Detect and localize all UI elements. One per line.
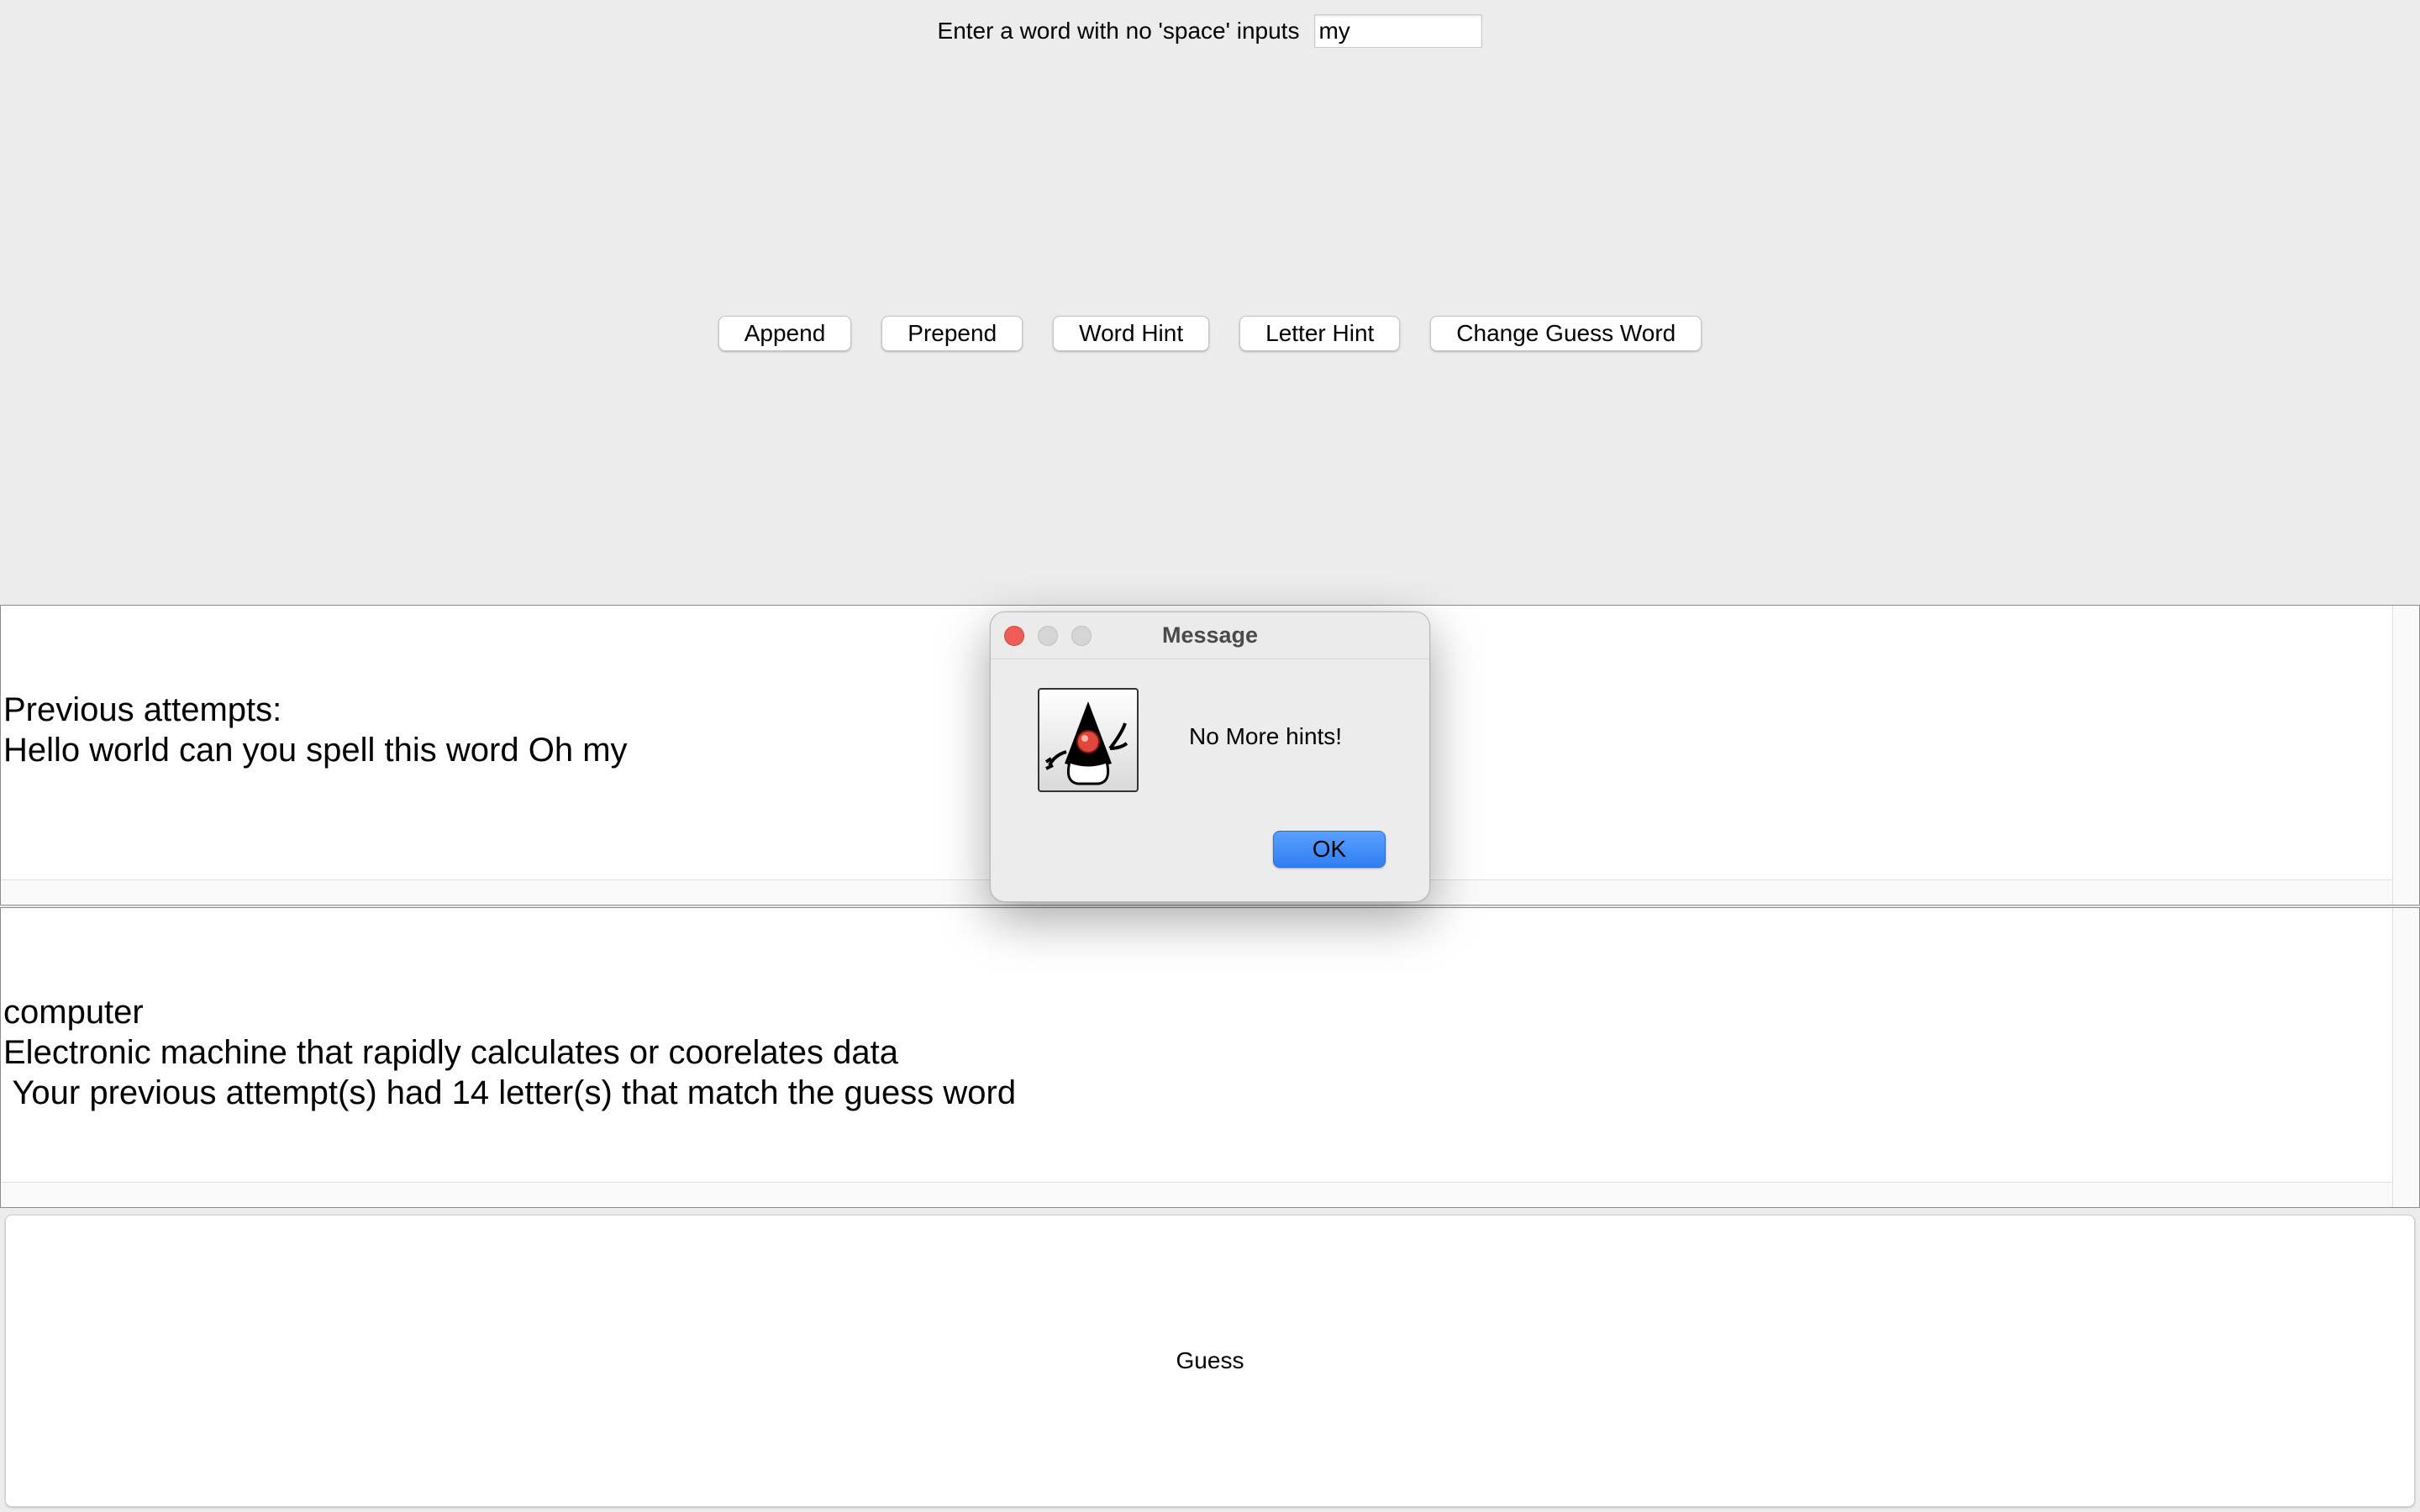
word-entry-row: Enter a word with no 'space' inputs bbox=[0, 13, 2420, 49]
word-entry-label: Enter a word with no 'space' inputs bbox=[937, 18, 1300, 44]
prepend-button[interactable]: Prepend bbox=[881, 316, 1023, 351]
word-input[interactable] bbox=[1314, 14, 1483, 48]
append-button[interactable]: Append bbox=[718, 316, 852, 351]
dialog-title: Message bbox=[1161, 622, 1259, 648]
guess-button[interactable]: Guess bbox=[5, 1215, 2415, 1507]
app-window: Enter a word with no 'space' inputs Appe… bbox=[0, 0, 2420, 1512]
ok-button[interactable]: OK bbox=[1273, 831, 1386, 868]
letter-hint-button[interactable]: Letter Hint bbox=[1239, 316, 1401, 351]
vertical-scrollbar[interactable] bbox=[2392, 606, 2419, 905]
word-hint-button[interactable]: Word Hint bbox=[1053, 316, 1210, 351]
dialog-titlebar[interactable]: Message bbox=[991, 612, 1429, 659]
dialog-message: No More hints! bbox=[1189, 723, 1343, 749]
hint-panel[interactable]: computer Electronic machine that rapidly… bbox=[0, 907, 2420, 1208]
action-button-row: Append Prepend Word Hint Letter Hint Cha… bbox=[0, 316, 2420, 353]
hint-text: computer Electronic machine that rapidly… bbox=[3, 994, 1017, 1111]
java-duke-icon bbox=[1038, 688, 1139, 792]
horizontal-scrollbar[interactable] bbox=[1, 1182, 2392, 1207]
vertical-scrollbar[interactable] bbox=[2392, 908, 2419, 1207]
change-guess-word-button[interactable]: Change Guess Word bbox=[1430, 316, 1702, 351]
message-dialog: Message No More hints! OK bbox=[990, 612, 1430, 902]
